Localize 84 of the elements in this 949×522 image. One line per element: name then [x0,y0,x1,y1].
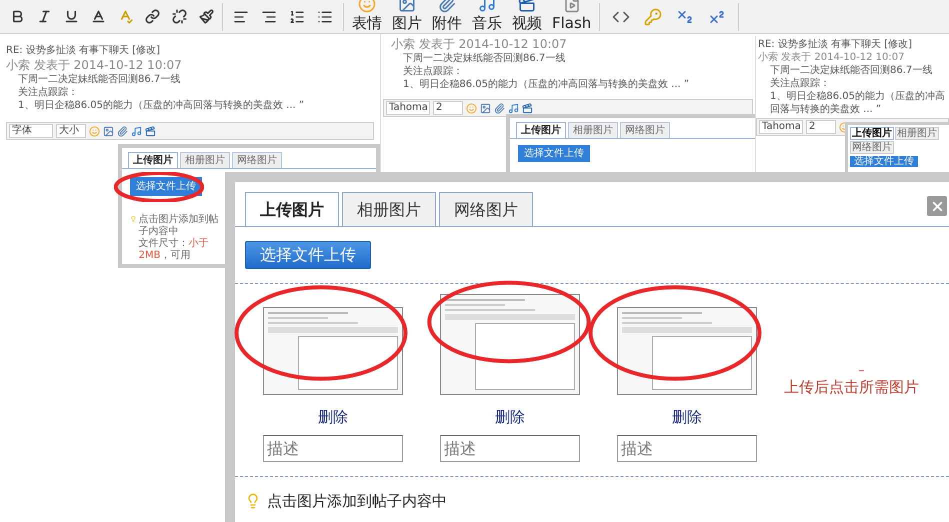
underline-icon[interactable] [64,9,79,24]
size-select[interactable]: 2 [806,120,836,134]
picture-icon[interactable] [480,102,491,114]
hint-text: 点击图片添加到帖子内容中 [138,214,220,238]
quote-line: 关注点跟踪： [402,65,464,78]
unlink-icon[interactable] [172,9,187,24]
dialog-tab[interactable]: 上传图片 [245,192,339,226]
quote-line: 1、明日企稳86.05的能力（压盘的冲高回落与转换的美盘效 ... ” [17,99,306,112]
quote-line: 下周一二决定妹纸能否回测86.7一线 [17,73,182,86]
media-button[interactable]: 图片 [392,0,422,33]
delete-link[interactable]: 删除 [495,407,525,427]
film-icon[interactable] [145,126,156,136]
media-button[interactable]: 视频 [512,0,542,33]
quote-line: 关注点跟踪： [769,77,831,90]
italic-icon[interactable] [37,9,52,24]
font-select[interactable]: 字体 [9,124,53,138]
quote-line: 下周一二决定妹纸能否回测86.7一线 [769,64,934,77]
music-note-icon[interactable] [131,126,142,136]
dialog-tab[interactable]: 相册图片 [895,127,939,140]
font-select[interactable]: Tahoma [759,120,803,134]
quote-line: 关注点跟踪： [17,86,79,99]
post-title: RE: 设势多扯淡 有事下聊天 [修改] [6,44,161,57]
link-icon[interactable] [145,9,160,24]
paperclip-icon[interactable] [494,102,505,114]
picture-icon[interactable] [103,126,114,136]
dialog-tab[interactable]: 相册图片 [342,192,436,226]
paperclip-icon [438,0,456,13]
quote-line: 1、明日企稳86.05的能力（压盘的冲高回落与转换的美盘效 ... ” [769,90,946,116]
paperclip-icon[interactable] [117,126,128,136]
media-button[interactable]: 表情 [352,0,382,33]
annotation-mark: – [858,364,864,376]
annotation-text: 上传后点击所需图片 [784,377,919,398]
align-right-icon[interactable] [261,8,277,24]
smiley-icon [358,0,376,13]
hint-text: 点击图片添加到帖子内容中 [267,491,447,511]
close-button[interactable] [927,196,947,216]
flash-file-icon [562,0,581,13]
text-color-icon[interactable] [91,9,106,24]
dialog-tab[interactable]: 网络图片 [232,152,282,168]
align-left-icon[interactable] [233,8,249,24]
size-select[interactable]: 大小 [56,124,86,138]
upload-button[interactable]: 选择文件上传 [850,156,918,167]
upload-button[interactable]: 选择文件上传 [245,241,371,269]
quote-line: 1、明日企稳86.05的能力（压盘的冲高回落与转换的美盘效 ... ” [402,78,690,91]
upload-button[interactable]: 选择文件上传 [518,145,590,162]
spellcheck-icon[interactable] [118,9,133,24]
delete-link[interactable]: 删除 [672,407,702,427]
post-title: RE: 设势多扯淡 有事下聊天 [修改] [758,38,913,51]
quote-header: 小索 发表于 2014-10-12 10:07 [758,51,906,64]
screenshot-thumbnail[interactable] [263,307,403,395]
dialog-tab[interactable]: 上传图片 [128,152,178,168]
quote-header: 小索 发表于 2014-10-12 10:07 [6,57,183,73]
description-field[interactable]: 描述 [617,435,757,462]
quote-header: 小索 发表于 2014-10-12 10:07 [391,36,568,52]
bold-icon[interactable] [10,9,25,24]
delete-link[interactable]: 删除 [318,407,348,427]
description-field[interactable]: 描述 [440,435,580,462]
media-button[interactable]: 音乐 [472,0,502,33]
film-icon [518,0,536,13]
quote-line: 下周一二决定妹纸能否回测86.7一线 [402,52,566,65]
numbered-list-icon[interactable] [289,8,305,24]
dialog-tab[interactable]: 上传图片 [850,127,894,140]
dialog-tab[interactable]: 网络图片 [620,122,670,138]
picture-icon [398,0,416,13]
screenshot-thumbnail[interactable] [617,307,757,395]
dialog-tab[interactable]: 相册图片 [568,122,618,138]
dialog-tab[interactable]: 相册图片 [180,152,230,168]
bullet-list-icon[interactable] [317,8,333,24]
screenshot-thumbnail[interactable] [440,294,580,395]
size-select[interactable]: 2 [433,101,463,115]
music-note-icon [478,0,496,13]
music-note-icon[interactable] [508,102,519,114]
media-button[interactable]: Flash [552,0,592,33]
font-select[interactable]: Tahoma [386,101,430,115]
brush-icon[interactable] [199,9,214,24]
dialog-tab[interactable]: 网络图片 [850,141,894,154]
description-field[interactable]: 描述 [263,435,403,462]
lightbulb-icon [130,214,137,224]
file-size-text: 文件尺寸：小于 2MB，可用 [138,238,210,262]
media-button[interactable]: 附件 [432,0,462,33]
upload-button[interactable]: 选择文件上传 [130,177,202,196]
film-icon[interactable] [522,102,533,114]
dialog-tab[interactable]: 上传图片 [516,122,566,138]
dialog-tab[interactable]: 网络图片 [439,192,533,226]
